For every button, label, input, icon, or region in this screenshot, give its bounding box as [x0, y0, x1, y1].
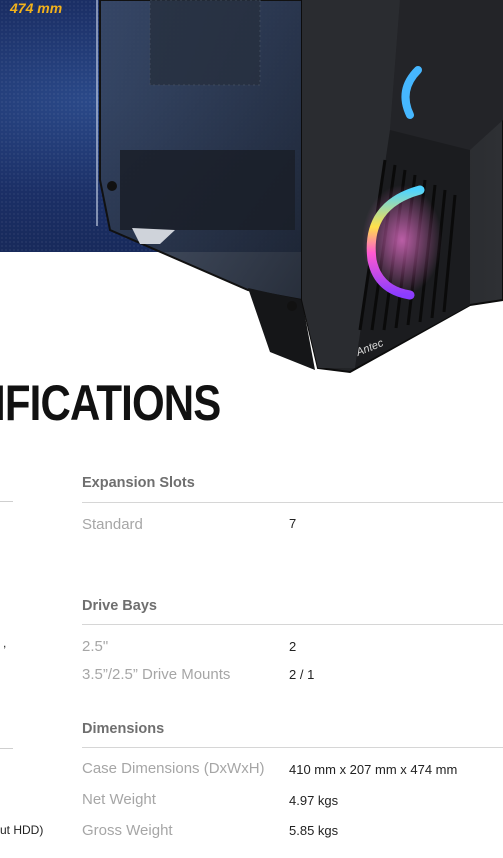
left-column-divider	[0, 748, 13, 749]
psu-shroud	[120, 150, 295, 230]
spec-label: Case Dimensions (DxWxH)	[82, 760, 265, 777]
spec-value: 5.85 kgs	[289, 823, 339, 838]
spec-value: 2	[289, 639, 297, 654]
left-column-fragment: ,	[3, 636, 7, 650]
spec-label: Gross Weight	[82, 822, 173, 839]
section-title-dimensions: Dimensions	[82, 721, 165, 737]
spec-value: 4.97 kgs	[289, 793, 339, 808]
pc-case-image: Antec	[99, 0, 503, 374]
spec-value: 7	[289, 516, 297, 531]
left-column-divider	[0, 501, 13, 502]
spec-value: 2 / 1	[289, 667, 315, 682]
section-title-expansion-slots: Expansion Slots	[82, 475, 195, 491]
page-title: IFICATIONS	[0, 375, 221, 431]
section-title-drive-bays: Drive Bays	[82, 598, 157, 614]
thumb-screw	[107, 181, 117, 191]
spec-label: Standard	[82, 516, 143, 533]
thumb-screw	[287, 301, 297, 311]
section-divider	[82, 747, 503, 748]
top-mesh	[150, 0, 260, 85]
spec-label: Net Weight	[82, 791, 156, 808]
spec-value: 410 mm x 207 mm x 474 mm	[289, 762, 458, 777]
section-divider	[82, 624, 503, 625]
left-column-fragment: ut HDD)	[0, 823, 44, 837]
spec-label: 2.5"	[82, 638, 109, 655]
section-divider	[82, 502, 503, 503]
spec-label: 3.5”/2.5” Drive Mounts	[82, 666, 231, 683]
